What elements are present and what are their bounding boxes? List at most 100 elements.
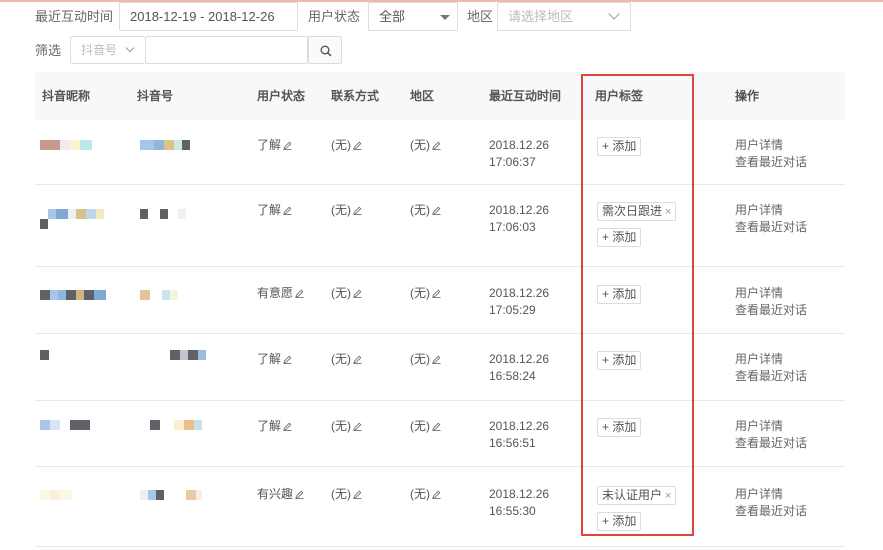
screen-field-select[interactable]: 抖音号	[70, 36, 145, 64]
user-detail-link[interactable]: 用户详情	[735, 285, 807, 302]
actions-cell: 用户详情 查看最近对话	[735, 285, 807, 319]
add-tag-button[interactable]: + 添加	[597, 418, 642, 437]
user-tag: 未认证用户 ×	[597, 486, 677, 505]
add-tag-button[interactable]: + 添加	[597, 285, 642, 304]
blurred-douyin-id	[140, 290, 178, 300]
status-cell[interactable]: 了解	[257, 418, 292, 435]
close-icon[interactable]: ×	[665, 206, 671, 218]
add-tag-button[interactable]: + 添加	[597, 137, 642, 156]
contact-cell[interactable]: (无)	[331, 486, 362, 503]
pencil-icon[interactable]	[432, 141, 441, 150]
add-tag-button[interactable]: + 添加	[597, 228, 642, 247]
pencil-icon[interactable]	[353, 206, 362, 215]
blurred-douyin-id	[170, 350, 206, 360]
search-icon	[320, 45, 332, 57]
status-cell[interactable]: 有兴趣	[257, 486, 304, 503]
actions-cell: 用户详情 查看最近对话	[735, 418, 807, 452]
view-recent-chat-link[interactable]: 查看最近对话	[735, 435, 807, 452]
avatar-blurred-nickname	[40, 290, 106, 300]
pencil-icon[interactable]	[432, 355, 441, 364]
date-range-picker[interactable]: 2018-12-19 - 2018-12-26	[119, 2, 298, 31]
user-detail-link[interactable]: 用户详情	[735, 351, 807, 368]
table-row: 了解 (无) (无) 2018.12.26 17:06:03 需次日跟进 × + 添…	[35, 185, 845, 267]
region-placeholder: 请选择地区	[508, 9, 574, 24]
recent-time-cell: 2018.12.26 17:06:37	[489, 138, 550, 169]
view-recent-chat-link[interactable]: 查看最近对话	[735, 302, 807, 319]
chevron-down-icon	[608, 8, 620, 20]
user-status-select[interactable]: 全部	[368, 2, 458, 31]
add-tag-button[interactable]: + 添加	[597, 512, 642, 531]
contact-cell[interactable]: (无)	[331, 285, 362, 302]
pencil-icon[interactable]	[353, 490, 362, 499]
contact-cell[interactable]: (无)	[331, 137, 362, 154]
table-row: 了解 (无) (无) 2018.12.26 17:06:37 + 添加 用户详情查…	[35, 120, 845, 185]
actions-cell: 用户详情 查看最近对话	[735, 137, 807, 171]
header-douyin-id: 抖音号	[137, 89, 174, 103]
view-recent-chat-link[interactable]: 查看最近对话	[735, 219, 807, 236]
status-cell[interactable]: 了解	[257, 202, 292, 219]
view-recent-chat-link[interactable]: 查看最近对话	[735, 503, 807, 520]
header-actions: 操作	[735, 89, 760, 103]
chevron-down-icon	[125, 43, 135, 53]
blurred-douyin-id	[140, 209, 186, 219]
region-cell[interactable]: (无)	[410, 351, 441, 368]
blurred-douyin-id	[140, 140, 190, 150]
screen-label: 筛选	[35, 43, 62, 58]
contact-cell[interactable]: (无)	[331, 202, 362, 219]
recent-time-cell: 2018.12.26 17:05:29	[489, 286, 550, 317]
pencil-icon[interactable]	[432, 289, 441, 298]
close-icon[interactable]: ×	[665, 490, 671, 502]
user-detail-link[interactable]: 用户详情	[735, 486, 807, 503]
screen-input[interactable]	[145, 36, 308, 64]
recent-time-cell: 2018.12.26 16:55:30	[489, 487, 550, 518]
region-cell[interactable]: (无)	[410, 486, 441, 503]
pencil-icon[interactable]	[353, 422, 362, 431]
status-cell[interactable]: 了解	[257, 351, 292, 368]
header-recent-time: 最近互动时间	[489, 89, 562, 103]
pencil-icon[interactable]	[283, 141, 292, 150]
contact-cell[interactable]: (无)	[331, 351, 362, 368]
region-cell[interactable]: (无)	[410, 137, 441, 154]
pencil-icon[interactable]	[283, 355, 292, 364]
avatar-blurred-nickname	[40, 490, 72, 500]
date-range-value: 2018-12-19 - 2018-12-26	[130, 9, 275, 24]
avatar-blurred-nickname	[40, 420, 90, 430]
pencil-icon[interactable]	[432, 206, 441, 215]
region-select[interactable]: 请选择地区	[497, 2, 631, 31]
status-cell[interactable]: 有意愿	[257, 285, 304, 302]
region-cell[interactable]: (无)	[410, 418, 441, 435]
avatar-blurred-nickname	[40, 350, 49, 360]
pencil-icon[interactable]	[353, 141, 362, 150]
pencil-icon[interactable]	[295, 490, 304, 499]
contact-cell[interactable]: (无)	[331, 418, 362, 435]
view-recent-chat-link[interactable]: 查看最近对话	[735, 368, 807, 385]
table-row: 了解 (无) (无) 2018.12.26 16:58:24 + 添加 用户详情查…	[35, 334, 845, 401]
pencil-icon[interactable]	[283, 422, 292, 431]
header-nickname: 抖音昵称	[42, 89, 91, 103]
pencil-icon[interactable]	[432, 422, 441, 431]
region-label: 地区	[467, 9, 494, 24]
search-button[interactable]	[308, 36, 342, 64]
recent-time-cell: 2018.12.26 16:58:24	[489, 352, 550, 383]
region-cell[interactable]: (无)	[410, 285, 441, 302]
pencil-icon[interactable]	[283, 206, 292, 215]
actions-cell: 用户详情 查看最近对话	[735, 351, 807, 385]
blurred-douyin-id	[150, 420, 202, 430]
pencil-icon[interactable]	[295, 289, 304, 298]
pencil-icon[interactable]	[353, 289, 362, 298]
user-detail-link[interactable]: 用户详情	[735, 137, 807, 154]
header-user-tags: 用户标签	[595, 89, 644, 103]
region-cell[interactable]: (无)	[410, 202, 441, 219]
blurred-douyin-id	[140, 490, 202, 500]
pencil-icon[interactable]	[432, 490, 441, 499]
chevron-down-icon	[440, 15, 450, 20]
table-header: 抖音昵称 抖音号 用户状态 联系方式 地区 最近互动时间 用户标签 操作	[35, 72, 845, 120]
status-cell[interactable]: 了解	[257, 137, 292, 154]
add-tag-button[interactable]: + 添加	[597, 351, 642, 370]
user-detail-link[interactable]: 用户详情	[735, 418, 807, 435]
table-row: 有意愿 (无) (无) 2018.12.26 17:05:29 + 添加 用户详情…	[35, 267, 845, 334]
view-recent-chat-link[interactable]: 查看最近对话	[735, 154, 807, 171]
user-detail-link[interactable]: 用户详情	[735, 202, 807, 219]
pencil-icon[interactable]	[353, 355, 362, 364]
avatar-blurred-nickname	[40, 209, 104, 219]
